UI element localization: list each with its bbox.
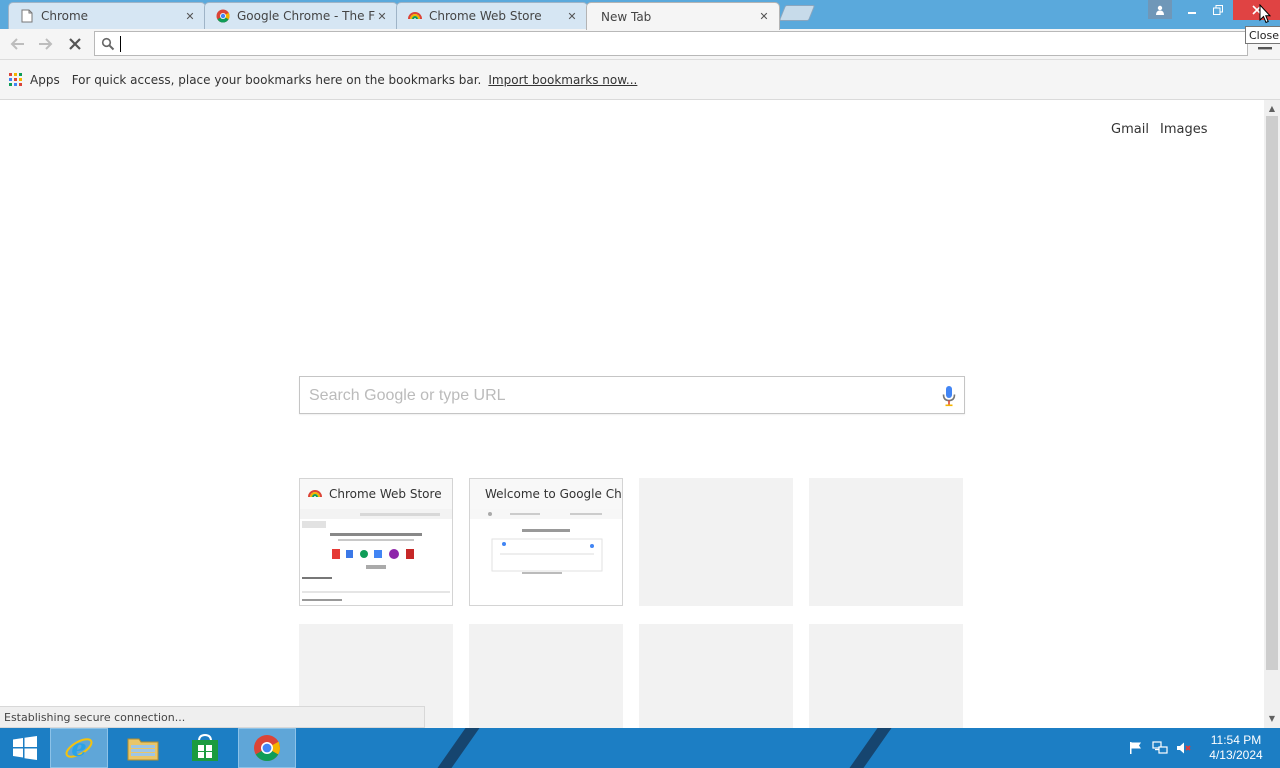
mouse-cursor-icon xyxy=(1259,4,1271,24)
search-input[interactable] xyxy=(309,386,909,406)
address-bar[interactable] xyxy=(94,31,1248,56)
svg-text:e: e xyxy=(71,733,86,762)
minimize-icon xyxy=(1188,12,1196,14)
page-icon xyxy=(19,8,35,24)
forward-button[interactable] xyxy=(34,33,58,55)
bookmarks-hint: For quick access, place your bookmarks h… xyxy=(71,72,482,87)
store-icon xyxy=(192,733,218,761)
tab-label: Chrome xyxy=(41,9,89,23)
google-search-box[interactable] xyxy=(299,376,965,414)
taskbar-decoration xyxy=(423,728,487,768)
tab-label: Chrome Web Store xyxy=(429,9,542,23)
taskbar-clock[interactable]: 11:54 PM 4/13/2024 xyxy=(1196,733,1276,763)
user-profile-button[interactable] xyxy=(1148,0,1172,19)
tile-thumbnail xyxy=(470,509,622,605)
stop-loading-button[interactable] xyxy=(63,33,87,55)
most-visited-tile-empty xyxy=(809,478,963,606)
scrollbar-thumb[interactable] xyxy=(1266,116,1278,670)
chrome-taskbar-button[interactable] xyxy=(238,728,296,768)
tile-title: Welcome to Google Chrome xyxy=(485,487,622,501)
action-center-flag-icon[interactable] xyxy=(1124,738,1148,758)
restore-icon xyxy=(1213,5,1223,15)
tab-chrome[interactable]: Chrome ✕ xyxy=(8,2,206,29)
tile-title: Chrome Web Store xyxy=(329,487,442,501)
search-icon xyxy=(101,37,115,51)
forward-arrow-icon xyxy=(39,38,53,50)
tab-label: New Tab xyxy=(601,9,652,24)
close-icon[interactable]: ✕ xyxy=(375,9,389,23)
close-tooltip: Close xyxy=(1245,26,1280,44)
text-caret xyxy=(120,36,121,52)
clock-date: 4/13/2024 xyxy=(1209,748,1263,762)
internet-explorer-icon: e xyxy=(65,733,93,762)
tile-thumbnail xyxy=(300,509,452,605)
chrome-logo-icon xyxy=(215,8,231,24)
close-icon[interactable]: ✕ xyxy=(565,9,579,23)
close-icon[interactable]: ✕ xyxy=(183,9,197,23)
window-close-button[interactable] xyxy=(1233,0,1280,20)
close-icon[interactable]: ✕ xyxy=(757,10,771,24)
most-visited-tile-empty xyxy=(469,624,623,728)
windows-taskbar: e 11:54 PM 4/13/2024 xyxy=(0,728,1280,768)
back-arrow-icon xyxy=(10,38,24,50)
gmail-link[interactable]: Gmail xyxy=(1111,122,1149,137)
scroll-down-arrow-icon[interactable]: ▼ xyxy=(1264,712,1280,724)
user-icon xyxy=(1156,5,1164,15)
apps-shortcut[interactable]: Apps xyxy=(30,73,60,87)
most-visited-tile-chrome-web-store[interactable]: Chrome Web Store xyxy=(299,478,453,606)
images-link[interactable]: Images xyxy=(1160,122,1208,137)
tab-new-tab[interactable]: New Tab ✕ xyxy=(586,2,780,30)
import-bookmarks-link[interactable]: Import bookmarks now... xyxy=(488,73,637,87)
most-visited-tile-empty xyxy=(809,624,963,728)
tab-google-chrome[interactable]: Google Chrome - The Fast ✕ xyxy=(204,2,398,29)
network-icon[interactable] xyxy=(1148,738,1172,758)
folder-icon xyxy=(127,738,159,761)
store-taskbar-button[interactable] xyxy=(176,728,234,768)
bookmarks-bar: Apps For quick access, place your bookma… xyxy=(0,60,1280,100)
tile-title-bar: Welcome to Google Chrome xyxy=(470,479,622,509)
chrome-logo-icon xyxy=(254,735,280,761)
browser-toolbar xyxy=(0,29,1280,60)
minimize-button[interactable] xyxy=(1180,0,1204,20)
apps-icon[interactable] xyxy=(9,72,23,87)
vertical-scrollbar[interactable]: ▲ ▼ xyxy=(1264,100,1280,728)
web-store-icon xyxy=(407,8,423,24)
most-visited-tile-welcome-to-chrome[interactable]: Welcome to Google Chrome xyxy=(469,478,623,606)
status-bubble: Establishing secure connection... xyxy=(0,706,425,728)
clock-time: 11:54 PM xyxy=(1210,733,1262,747)
file-explorer-taskbar-button[interactable] xyxy=(114,728,172,768)
restore-button[interactable] xyxy=(1206,0,1230,20)
address-input[interactable] xyxy=(119,34,1219,53)
new-tab-page: Gmail Images Chrome Web Store xyxy=(0,100,1264,728)
volume-muted-icon[interactable] xyxy=(1172,738,1196,758)
web-store-icon xyxy=(308,490,322,498)
back-button[interactable] xyxy=(5,33,29,55)
title-bar: Chrome ✕ Google Chrome - The Fast ✕ Chro… xyxy=(0,0,1280,30)
taskbar-decoration xyxy=(835,728,899,768)
most-visited-tile-empty xyxy=(639,624,793,728)
tile-title-bar: Chrome Web Store xyxy=(300,479,452,509)
stop-icon xyxy=(69,38,81,50)
tab-chrome-web-store[interactable]: Chrome Web Store ✕ xyxy=(396,2,588,29)
most-visited-tile-empty xyxy=(639,478,793,606)
new-tab-button[interactable] xyxy=(778,5,816,21)
system-tray xyxy=(1124,728,1196,768)
tab-label: Google Chrome - The Fast xyxy=(237,9,375,23)
scroll-up-arrow-icon[interactable]: ▲ xyxy=(1264,102,1280,114)
microphone-icon[interactable] xyxy=(941,385,957,407)
start-button[interactable] xyxy=(0,728,50,768)
windows-logo-icon xyxy=(13,736,37,760)
internet-explorer-taskbar-button[interactable]: e xyxy=(50,728,108,768)
